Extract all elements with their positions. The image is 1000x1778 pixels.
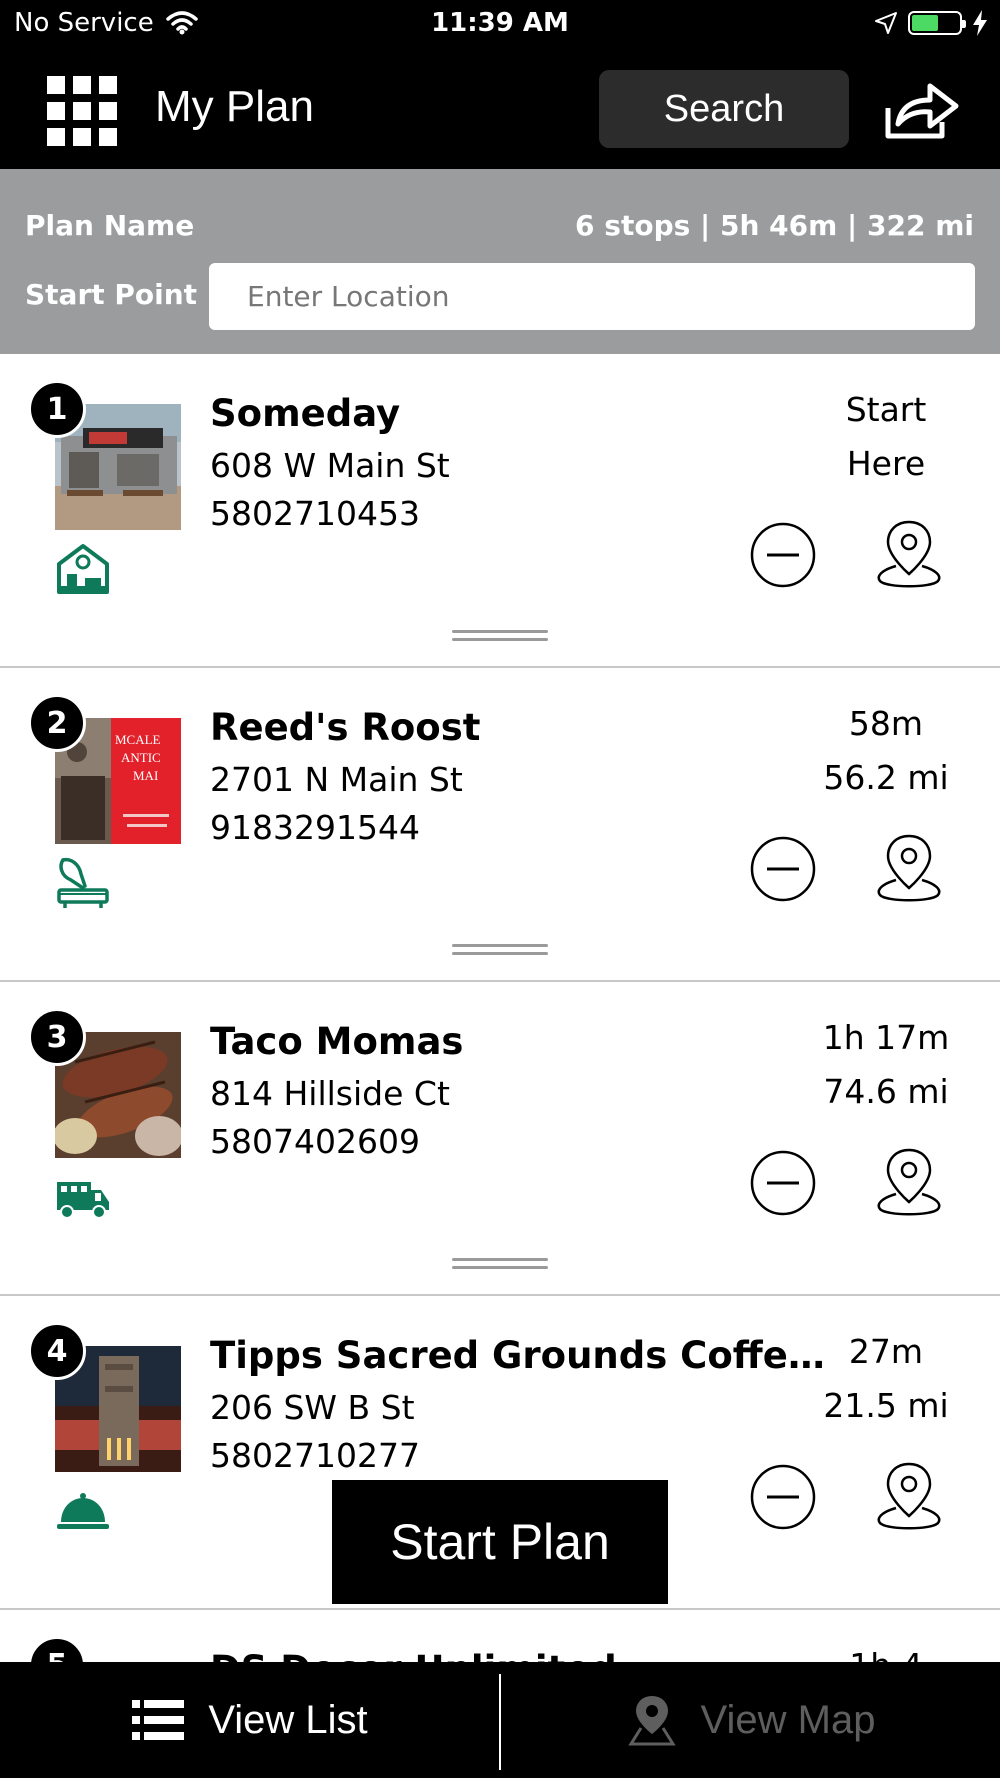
stop-drive-time: 1h 4: [816, 1646, 956, 1662]
stop-drive-time: 1h 17m: [822, 1018, 950, 1057]
charging-bolt-icon: [973, 10, 987, 36]
stop-name[interactable]: Tipps Sacred Grounds Coffeeh...: [210, 1334, 830, 1377]
plan-stats: 6 stops | 5h 46m | 322 mi: [575, 209, 974, 242]
food-truck-icon: [57, 1182, 109, 1219]
remove-stop-icon[interactable]: [750, 1150, 816, 1216]
stop-address: 206 SW B St: [210, 1388, 415, 1427]
svg-text:ANTIC: ANTIC: [121, 750, 161, 765]
grid-menu-icon[interactable]: [47, 76, 117, 146]
list-icon: [132, 1700, 185, 1740]
stop-distance: 21.5 mi: [823, 1386, 949, 1425]
battery-icon: [908, 11, 966, 35]
stop-item[interactable]: 3 Taco Momas 814 Hillside Ct 5807402609 …: [0, 982, 1000, 1296]
stop-number-badge: 1: [28, 380, 86, 438]
stop-address: 814 Hillside Ct: [210, 1074, 450, 1113]
stop-name[interactable]: Reed's Roost: [210, 706, 830, 749]
stop-name[interactable]: Someday: [210, 392, 830, 435]
start-point-label: Start Point: [25, 278, 198, 311]
drag-handle[interactable]: [452, 630, 548, 644]
view-list-tab[interactable]: View List: [0, 1662, 500, 1778]
bottom-tab-bar: View List View Map: [0, 1662, 1000, 1778]
stop-number-badge: 5: [28, 1636, 86, 1662]
svg-text:MAI: MAI: [133, 768, 158, 783]
page-title: My Plan: [155, 82, 314, 131]
stop-phone[interactable]: 5802710277: [210, 1436, 420, 1475]
start-location-input[interactable]: [209, 263, 975, 330]
stop-phone[interactable]: 5807402609: [210, 1122, 420, 1161]
nav-bar: My Plan Search: [0, 52, 1000, 169]
drag-handle[interactable]: [452, 1258, 548, 1272]
stop-item[interactable]: MCALE ANTIC MAI 2 Reed's Roost 2701 N Ma…: [0, 668, 1000, 982]
status-bar: No Service 11:39 AM: [0, 0, 1000, 52]
start-plan-button[interactable]: Start Plan: [332, 1480, 668, 1604]
stop-name[interactable]: Taco Momas: [210, 1020, 830, 1063]
stop-number-badge: 4: [28, 1322, 86, 1380]
view-map-tab[interactable]: View Map: [502, 1662, 1000, 1778]
gramophone-icon: [57, 857, 109, 908]
farmhouse-icon: [57, 544, 109, 594]
map-pin-icon[interactable]: [874, 832, 944, 904]
drag-handle[interactable]: [452, 944, 548, 958]
stop-drive-time: 58m: [848, 704, 924, 743]
stop-number-badge: 2: [28, 694, 86, 752]
status-right: [874, 10, 988, 36]
plan-name-label[interactable]: Plan Name: [25, 209, 194, 242]
stop-drive-time: Start: [845, 390, 927, 429]
stop-phone[interactable]: 9183291544: [210, 808, 420, 847]
share-icon[interactable]: [884, 78, 960, 142]
plan-header: Plan Name 6 stops | 5h 46m | 322 mi Star…: [0, 169, 1000, 354]
stop-address: 2701 N Main St: [210, 760, 463, 799]
stop-item[interactable]: 1 Someday 608 W Main St 5802710453 Start…: [0, 354, 1000, 668]
stop-drive-time: 27m: [848, 1332, 924, 1371]
location-arrow-icon: [875, 12, 897, 34]
remove-stop-icon[interactable]: [750, 522, 816, 588]
battery-level: [912, 15, 938, 31]
stop-item[interactable]: 5 DS Decor Unlimited 1h 4: [0, 1610, 1000, 1662]
stop-number-badge: 3: [28, 1008, 86, 1066]
cloche-icon: [57, 1493, 109, 1529]
stop-phone[interactable]: 5802710453: [210, 494, 420, 533]
map-pin-icon: [627, 1696, 676, 1746]
search-button[interactable]: Search: [599, 70, 849, 148]
svg-text:MCALE: MCALE: [115, 732, 161, 747]
status-time: 11:39 AM: [431, 8, 569, 38]
map-pin-icon[interactable]: [874, 518, 944, 590]
stop-distance: 56.2 mi: [823, 758, 949, 797]
remove-stop-icon[interactable]: [750, 1464, 816, 1530]
stop-name[interactable]: DS Decor Unlimited: [210, 1648, 830, 1662]
stop-distance: Here: [846, 444, 926, 483]
view-list-label: View List: [208, 1697, 368, 1742]
map-pin-icon[interactable]: [874, 1146, 944, 1218]
tab-separator: [499, 1674, 501, 1770]
map-pin-icon[interactable]: [874, 1460, 944, 1532]
stop-address: 608 W Main St: [210, 446, 450, 485]
stop-distance: 74.6 mi: [823, 1072, 949, 1111]
view-map-label: View Map: [700, 1697, 876, 1742]
remove-stop-icon[interactable]: [750, 836, 816, 902]
